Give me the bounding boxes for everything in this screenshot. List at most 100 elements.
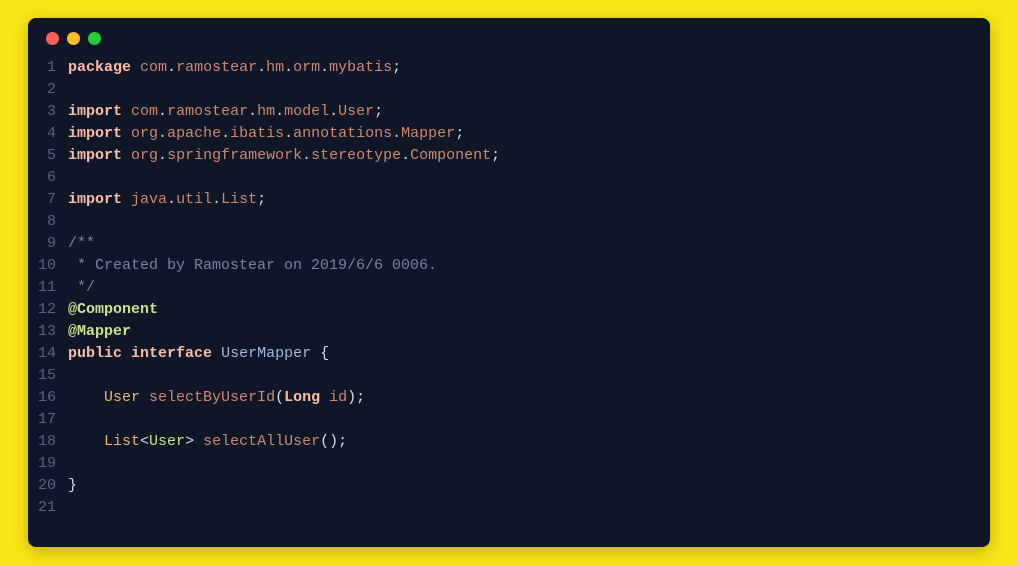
code-editor[interactable]: 1package com.ramostear.hm.orm.mybatis;23… xyxy=(28,53,990,533)
token-punc: ; xyxy=(374,103,383,120)
token-pkg: org xyxy=(131,147,158,164)
editor-window: 1package com.ramostear.hm.orm.mybatis;23… xyxy=(28,18,990,547)
line-number: 10 xyxy=(28,255,68,277)
maximize-icon[interactable] xyxy=(88,32,101,45)
token-pkg: org xyxy=(131,125,158,142)
line-number: 20 xyxy=(28,475,68,497)
token-kw: interface xyxy=(131,345,212,362)
line-content: import java.util.List; xyxy=(68,189,266,211)
line-content: package com.ramostear.hm.orm.mybatis; xyxy=(68,57,401,79)
token-pkg: stereotype xyxy=(311,147,401,164)
token-punc: > xyxy=(185,433,194,450)
token-pkg: selectByUserId xyxy=(149,389,275,406)
token-punc: . xyxy=(275,103,284,120)
token-punc: () xyxy=(320,433,338,450)
token-sp xyxy=(122,345,131,362)
token-kw: import xyxy=(68,125,122,142)
code-line: 8 xyxy=(28,211,990,233)
token-ann: @Component xyxy=(68,301,158,318)
code-line: 7import java.util.List; xyxy=(28,189,990,211)
line-number: 8 xyxy=(28,211,68,233)
token-punc: { xyxy=(320,345,329,362)
token-pkg: mybatis xyxy=(329,59,392,76)
token-punc: . xyxy=(158,147,167,164)
code-line: 19 xyxy=(28,453,990,475)
token-pkg: com xyxy=(131,103,158,120)
token-pkg: ramostear xyxy=(176,59,257,76)
code-line: 1package com.ramostear.hm.orm.mybatis; xyxy=(28,57,990,79)
token-ann: @Mapper xyxy=(68,323,131,340)
line-content: import com.ramostear.hm.model.User; xyxy=(68,101,383,123)
token-punc: . xyxy=(158,125,167,142)
token-sp xyxy=(320,389,329,406)
token-class: UserMapper xyxy=(221,345,311,362)
line-number: 2 xyxy=(28,79,68,101)
token-punc: . xyxy=(401,147,410,164)
token-pkg: java xyxy=(131,191,167,208)
code-line: 14public interface UserMapper { xyxy=(28,343,990,365)
token-pkg: Component xyxy=(410,147,491,164)
token-pkg: annotations xyxy=(293,125,392,142)
token-sp xyxy=(122,103,131,120)
token-punc: } xyxy=(68,477,77,494)
token-punc: . xyxy=(257,59,266,76)
token-pkg: List xyxy=(221,191,257,208)
line-number: 15 xyxy=(28,365,68,387)
token-kw: import xyxy=(68,103,122,120)
token-punc: . xyxy=(221,125,230,142)
token-punc: . xyxy=(212,191,221,208)
token-pkg: apache xyxy=(167,125,221,142)
token-punc: . xyxy=(284,125,293,142)
code-line: 2 xyxy=(28,79,990,101)
line-number: 4 xyxy=(28,123,68,145)
line-number: 5 xyxy=(28,145,68,167)
line-content: import org.springframework.stereotype.Co… xyxy=(68,145,500,167)
line-number: 9 xyxy=(28,233,68,255)
token-kw: Long xyxy=(284,389,320,406)
token-pkg: ramostear xyxy=(167,103,248,120)
token-punc: . xyxy=(158,103,167,120)
line-content: */ xyxy=(68,277,95,299)
line-number: 13 xyxy=(28,321,68,343)
token-sp xyxy=(122,147,131,164)
line-content: List<User> selectAllUser(); xyxy=(68,431,347,453)
token-sp xyxy=(311,345,320,362)
minimize-icon[interactable] xyxy=(67,32,80,45)
token-kw: package xyxy=(68,59,131,76)
token-punc: ; xyxy=(338,433,347,450)
line-number: 21 xyxy=(28,497,68,519)
close-icon[interactable] xyxy=(46,32,59,45)
line-number: 6 xyxy=(28,167,68,189)
code-line: 12@Component xyxy=(28,299,990,321)
token-punc: ( xyxy=(275,389,284,406)
token-comment: * Created by Ramostear on 2019/6/6 0006. xyxy=(68,257,437,274)
code-line: 9/** xyxy=(28,233,990,255)
line-number: 18 xyxy=(28,431,68,453)
code-line: 17 xyxy=(28,409,990,431)
token-pkg: com xyxy=(140,59,167,76)
token-punc: < xyxy=(140,433,149,450)
token-sp xyxy=(68,389,104,406)
token-generic: User xyxy=(149,433,185,450)
line-number: 3 xyxy=(28,101,68,123)
line-content: * Created by Ramostear on 2019/6/6 0006. xyxy=(68,255,437,277)
line-content: import org.apache.ibatis.annotations.Map… xyxy=(68,123,464,145)
token-pkg: selectAllUser xyxy=(203,433,320,450)
token-punc: . xyxy=(329,103,338,120)
token-sp xyxy=(122,125,131,142)
token-sp xyxy=(212,345,221,362)
token-pkg: hm xyxy=(266,59,284,76)
code-line: 11 */ xyxy=(28,277,990,299)
line-number: 1 xyxy=(28,57,68,79)
token-pkg: ibatis xyxy=(230,125,284,142)
token-pkg: hm xyxy=(257,103,275,120)
code-line: 13@Mapper xyxy=(28,321,990,343)
token-pkg: orm xyxy=(293,59,320,76)
line-content: @Mapper xyxy=(68,321,131,343)
token-punc: . xyxy=(392,125,401,142)
code-line: 5import org.springframework.stereotype.C… xyxy=(28,145,990,167)
token-punc: . xyxy=(167,59,176,76)
token-pkg: Mapper xyxy=(401,125,455,142)
code-line: 10 * Created by Ramostear on 2019/6/6 00… xyxy=(28,255,990,277)
token-punc: . xyxy=(302,147,311,164)
